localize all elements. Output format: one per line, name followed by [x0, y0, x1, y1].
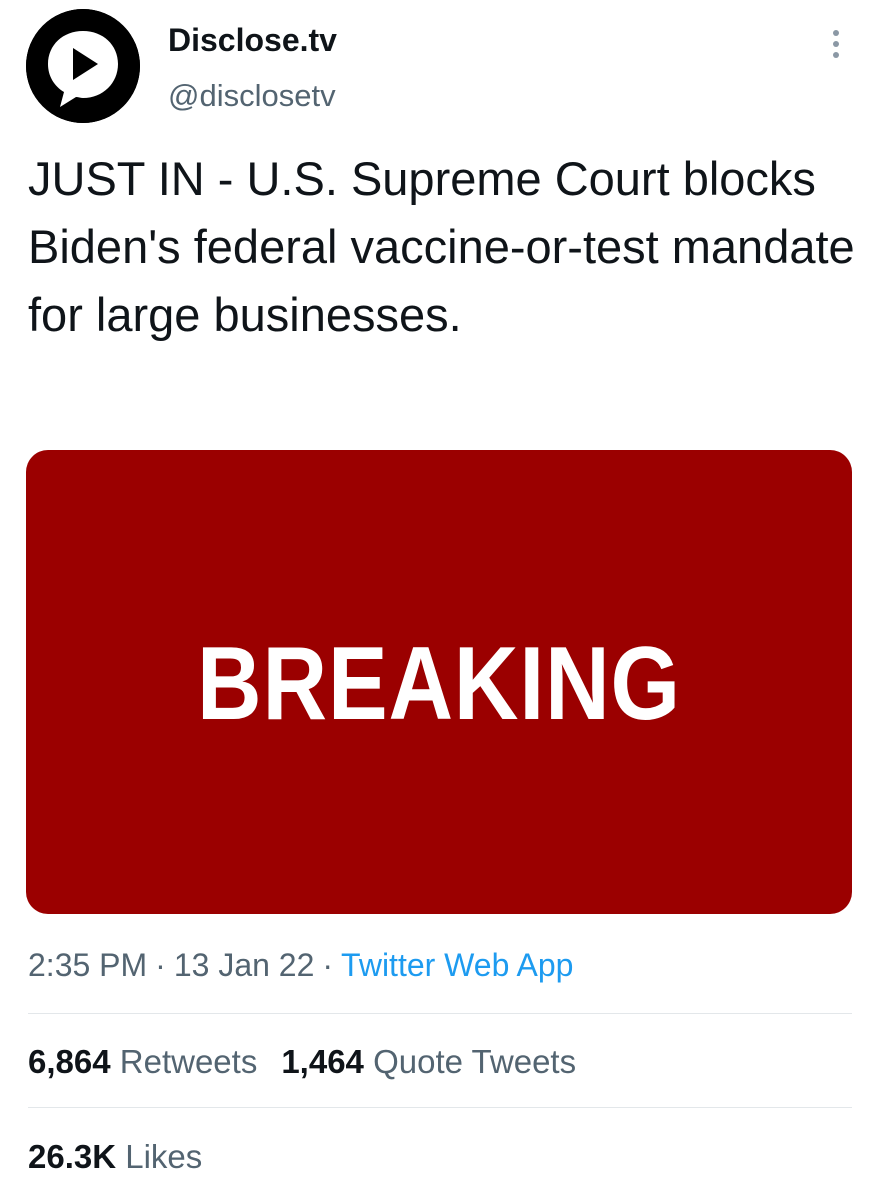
retweets-count: 6,864 — [28, 1043, 111, 1080]
retweets-label: Retweets — [119, 1043, 258, 1080]
author-handle[interactable]: @disclosetv — [168, 76, 336, 116]
disclose-play-bubble-icon — [26, 9, 140, 123]
tweet-metadata: 2:35 PM · 13 Jan 22 · Twitter Web App — [28, 943, 573, 987]
quote-tweets-stat[interactable]: 1,464 Quote Tweets — [281, 1043, 576, 1080]
divider — [28, 1013, 852, 1014]
quote-tweets-label: Quote Tweets — [373, 1043, 577, 1080]
tweet-date[interactable]: 13 Jan 22 — [174, 947, 315, 983]
engagement-stats-row: 6,864 Retweets 1,464 Quote Tweets — [28, 1040, 600, 1084]
avatar[interactable] — [26, 9, 140, 123]
tweet-source-link[interactable]: Twitter Web App — [341, 947, 573, 983]
more-dot — [833, 41, 839, 47]
more-dot — [833, 52, 839, 58]
likes-label: Likes — [125, 1138, 203, 1175]
meta-separator: · — [322, 947, 334, 983]
author-display-name[interactable]: Disclose.tv — [168, 20, 337, 60]
more-dot — [833, 30, 839, 36]
tweet-text: JUST IN - U.S. Supreme Court blocks Bide… — [28, 152, 855, 341]
likes-stats-row: 26.3K Likes — [28, 1135, 226, 1179]
likes-stat[interactable]: 26.3K Likes — [28, 1138, 202, 1175]
likes-count: 26.3K — [28, 1138, 117, 1175]
breaking-banner-text: BREAKING — [197, 626, 681, 742]
more-options-button[interactable] — [818, 22, 854, 66]
quote-tweets-count: 1,464 — [281, 1043, 364, 1080]
tweet-time[interactable]: 2:35 PM — [28, 947, 147, 983]
retweets-stat[interactable]: 6,864 Retweets — [28, 1043, 257, 1080]
divider — [28, 1107, 852, 1108]
meta-separator: · — [155, 947, 166, 983]
